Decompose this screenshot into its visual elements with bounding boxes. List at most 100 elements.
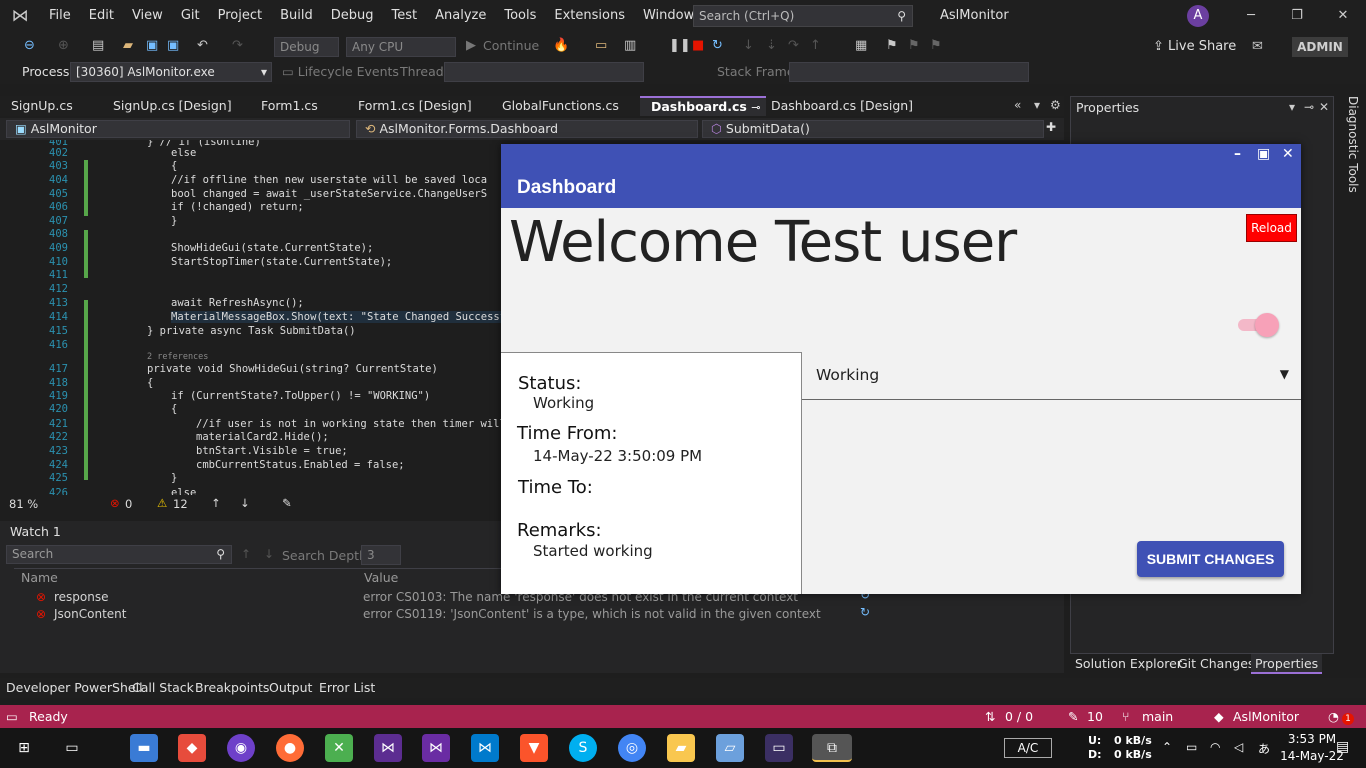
tab-properties[interactable]: Properties (1251, 654, 1323, 674)
live-share-button[interactable]: ⇪ Live Share (1153, 39, 1236, 54)
language-indicator[interactable]: A/C (1004, 738, 1052, 758)
sync-icon[interactable]: ⇅ (985, 709, 995, 724)
continue-icon[interactable]: ▶ (466, 38, 476, 53)
split-icon[interactable]: ✚ (1046, 120, 1056, 134)
visual-studio-2-icon[interactable]: ⋈ (422, 734, 450, 762)
code-line[interactable]: StartStopTimer(state.CurrentState); (171, 256, 392, 268)
toggle-switch[interactable] (1255, 313, 1279, 337)
search-input[interactable]: Search (Ctrl+Q) ⚲ (693, 5, 913, 27)
branch-name[interactable]: main (1142, 709, 1173, 724)
menu-git[interactable]: Git (172, 0, 209, 32)
step-into-icon[interactable]: ⇣ (766, 38, 777, 53)
notes-app-icon[interactable]: ▱ (716, 734, 744, 762)
chrome-icon[interactable]: ◎ (618, 734, 646, 762)
excel-app-icon[interactable]: ✕ (325, 734, 353, 762)
language-icon[interactable]: あ (1258, 740, 1270, 757)
reload-button[interactable]: Reload (1246, 214, 1297, 242)
code-line[interactable]: btnStart.Visible = true; (196, 445, 348, 457)
search-depth-select[interactable]: 3 (361, 545, 401, 565)
menu-analyze[interactable]: Analyze (426, 0, 495, 32)
code-line[interactable]: ShowHideGui(state.CurrentState); (171, 242, 373, 254)
code-line[interactable]: MaterialMessageBox.Show(text: "State Cha… (171, 311, 513, 323)
zoom-level[interactable]: 81 % (9, 497, 38, 511)
submit-changes-button[interactable]: SUBMIT CHANGES (1137, 541, 1284, 577)
bookmark-panel-icon[interactable]: ▦ (855, 38, 867, 53)
tab-signup-cs[interactable]: SignUp.cs (0, 96, 100, 116)
code-line[interactable]: await RefreshAsync(); (171, 297, 304, 309)
tab-list-icon[interactable]: ▾ (1034, 98, 1040, 112)
code-line[interactable]: else (171, 147, 196, 159)
back-icon[interactable]: ⊖ (24, 38, 35, 53)
process-select[interactable]: [30360] AslMonitor.exe ▾ (70, 62, 272, 82)
code-line[interactable]: materialCard2.Hide(); (196, 431, 329, 443)
file-explorer-icon[interactable]: ▰ (667, 734, 695, 762)
feedback-icon[interactable]: ✉ (1252, 39, 1263, 54)
folder-icon[interactable]: ▭ (595, 38, 607, 53)
bookmark-prev-icon[interactable]: ⚑ (908, 38, 920, 53)
menu-test[interactable]: Test (383, 0, 427, 32)
tab-form1-cs[interactable]: Form1.cs (250, 96, 347, 116)
diagnostic-tools-tab[interactable]: Diagnostic Tools (1340, 96, 1360, 216)
code-line[interactable]: //if offline then new userstate will be … (171, 174, 487, 186)
menu-project[interactable]: Project (209, 0, 271, 32)
active-app-icon[interactable]: ⧉ (812, 734, 852, 762)
lifecycle-events-button[interactable]: ▭ Lifecycle Events (282, 64, 399, 79)
pc-app-icon[interactable]: ▬ (130, 734, 158, 762)
refresh-icon[interactable]: ↻ (860, 605, 870, 619)
close-icon[interactable]: ✕ (1319, 100, 1329, 114)
postman-icon[interactable]: ● (276, 734, 304, 762)
project-select[interactable]: ▣ AslMonitor (6, 120, 350, 138)
avatar[interactable]: A (1187, 5, 1209, 27)
pause-icon[interactable]: ❚❚ (669, 38, 691, 53)
minimize-icon[interactable]: – (1234, 146, 1241, 162)
code-line[interactable]: } private async Task SubmitData() (147, 325, 356, 337)
class-select[interactable]: ⟲ AslMonitor.Forms.Dashboard (356, 120, 698, 138)
code-line[interactable]: cmbCurrentStatus.Enabled = false; (196, 459, 405, 471)
windows-start-icon[interactable]: ⊞ (10, 734, 38, 762)
menu-debug[interactable]: Debug (322, 0, 383, 32)
code-line[interactable]: if (CurrentState?.ToUpper() != "WORKING"… (171, 390, 430, 402)
tab-dashboard-cs[interactable]: Dashboard.cs ⊸ ✕ (640, 96, 766, 132)
tab-call-stack[interactable]: Call Stack (132, 680, 194, 695)
branch-icon[interactable]: ⑂ (1122, 709, 1130, 724)
watch-search-input[interactable]: Search ⚲ (6, 545, 232, 564)
new-project-icon[interactable]: ▤ (92, 38, 104, 53)
edits-count[interactable]: 10 (1087, 709, 1103, 724)
tab-solution-explorer[interactable]: Solution Explorer (1075, 654, 1182, 674)
menu-view[interactable]: View (123, 0, 172, 32)
menu-edit[interactable]: Edit (80, 0, 123, 32)
save-all-icon[interactable]: ▣ (167, 38, 179, 53)
tab-signup-design[interactable]: SignUp.cs [Design] (102, 96, 250, 116)
step-out-icon[interactable]: ↷ (788, 38, 799, 53)
tab-dashboard-design[interactable]: Dashboard.cs [Design] (760, 96, 930, 116)
code-line[interactable]: { (171, 160, 177, 172)
error-count[interactable]: 0 (125, 497, 132, 511)
redo-icon[interactable]: ↷ (232, 38, 243, 53)
undo-icon[interactable]: ↶ (197, 38, 208, 53)
menu-tools[interactable]: Tools (495, 0, 545, 32)
open-folder-icon[interactable]: ▰ (123, 38, 133, 53)
close-icon[interactable]: ✕ (1320, 0, 1366, 32)
stop-icon[interactable]: ■ (692, 38, 704, 53)
warning-count[interactable]: 12 (173, 497, 188, 511)
task-view-icon[interactable]: ▭ (58, 734, 86, 762)
arrow-up-icon[interactable]: ↑ (241, 547, 251, 561)
step-back-icon[interactable]: ↑ (810, 38, 821, 53)
wifi-icon[interactable]: ◠ (1210, 740, 1220, 754)
pin-icon[interactable]: ⊸ (1304, 100, 1314, 114)
save-icon[interactable]: ▣ (146, 38, 158, 53)
brave-icon[interactable]: ▼ (520, 734, 548, 762)
maximize-icon[interactable]: ▣ (1257, 146, 1270, 162)
code-line[interactable]: else (171, 487, 196, 495)
status-select[interactable]: Working ▼ (802, 352, 1301, 400)
thread-select[interactable] (444, 62, 644, 82)
skype-icon[interactable]: S (569, 734, 597, 762)
step-over-icon[interactable]: ↓ (743, 38, 754, 53)
bookmark-icon[interactable]: ⚑ (886, 38, 898, 53)
layout-icon[interactable]: ▥ (624, 38, 636, 53)
chevron-down-icon[interactable]: ▾ (1289, 100, 1295, 114)
volume-icon[interactable]: ◁ (1234, 740, 1243, 754)
member-select[interactable]: ⬡ SubmitData() (702, 120, 1044, 138)
menu-extensions[interactable]: Extensions (545, 0, 634, 32)
chevron-up-icon[interactable]: ⌃ (1162, 740, 1172, 754)
